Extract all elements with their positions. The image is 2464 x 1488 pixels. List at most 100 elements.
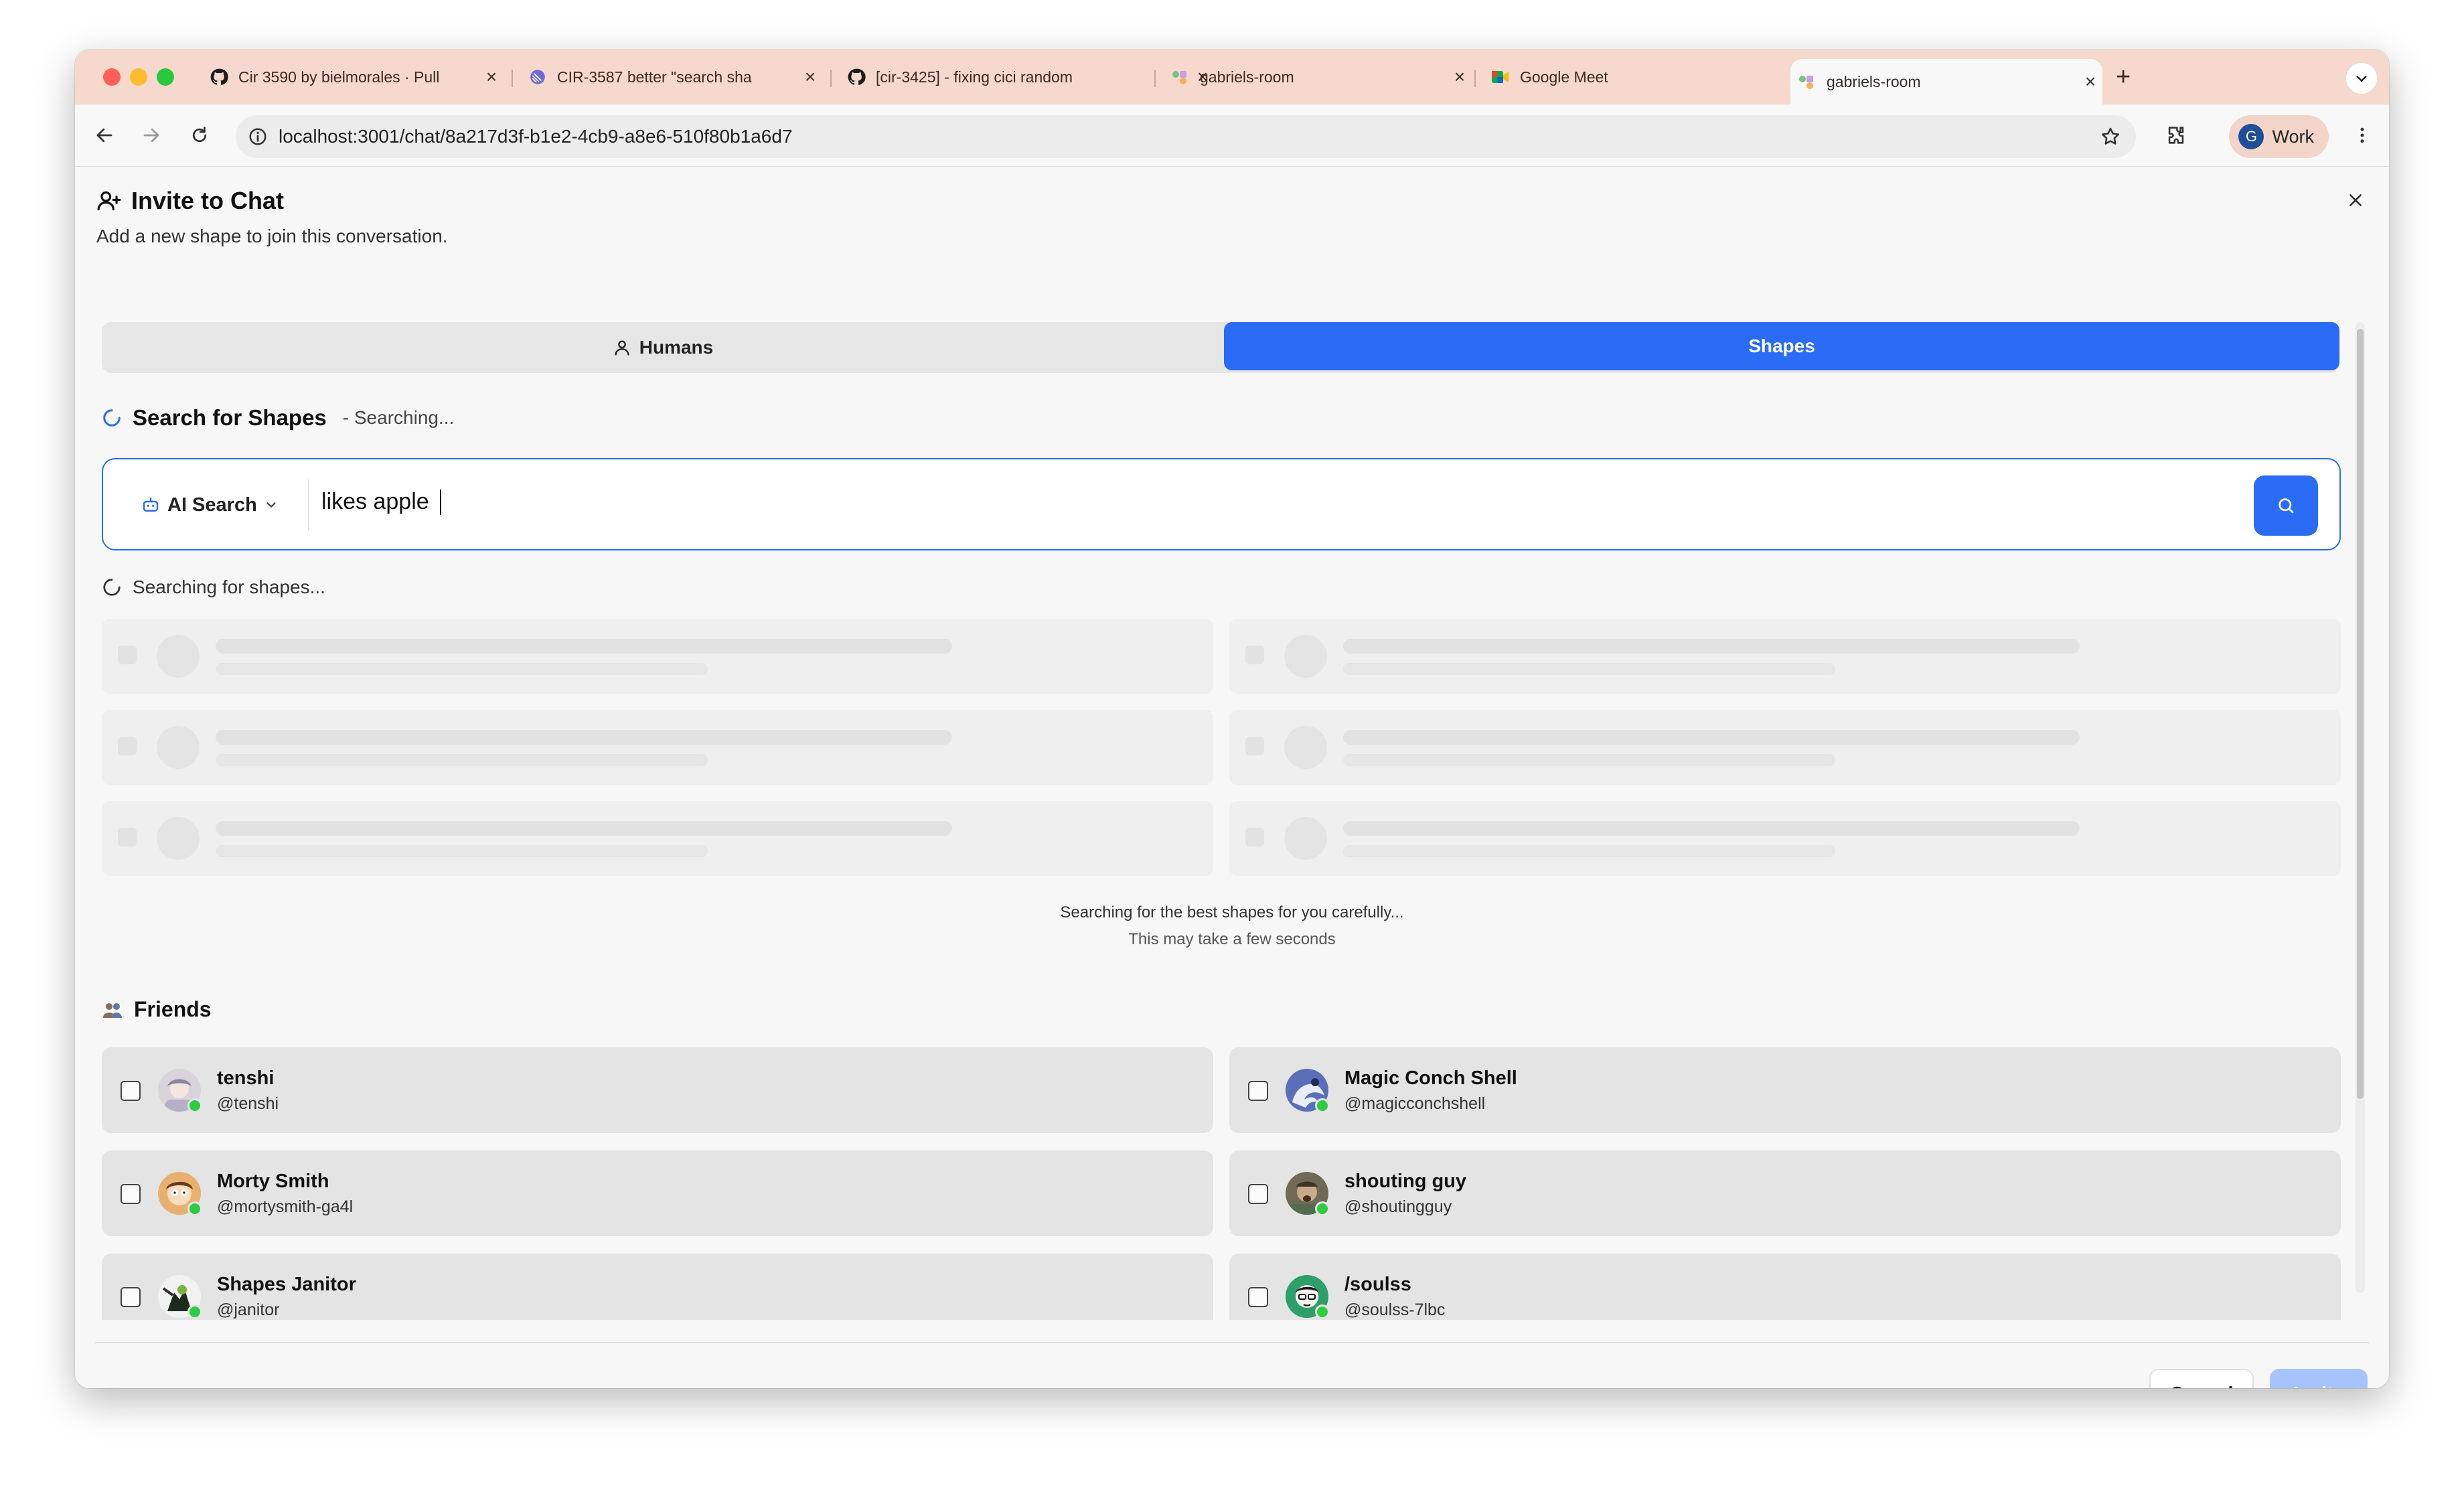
forward-button[interactable] [135,119,167,151]
address-bar[interactable]: localhost:3001/chat/8a217d3f-b1e2-4cb9-a… [236,115,2136,158]
github-icon [209,67,229,87]
skeleton-card [1229,710,2341,785]
tab-shapes-label: Shapes [1748,336,1815,356]
profile-button[interactable]: G Work [2229,115,2329,158]
dialog-title: Invite to Chat [96,187,284,215]
browser-tab[interactable]: Cir 3590 by bielmorales · Pull × [202,59,504,95]
close-tab-icon[interactable]: × [1448,66,1472,88]
friend-handle: @magicconchshell [1344,1094,1486,1113]
extensions-button[interactable] [2160,119,2192,151]
back-button[interactable] [88,119,121,151]
browser-tab[interactable]: CIR-3587 better "search sha × [521,59,822,95]
avatar [158,1069,202,1113]
minimize-window-button[interactable] [130,68,147,86]
friend-card[interactable]: Magic Conch Shell @magicconchshell [1229,1047,2341,1133]
people-icon [103,1002,122,1018]
friend-handle: @tenshi [217,1094,279,1113]
dialog-footer-bg [75,1320,2389,1388]
friends-heading: Friends [134,997,212,1021]
search-section-header: Search for Shapes - Searching... [102,405,454,431]
friend-name: tenshi [217,1067,275,1089]
dialog-scrollbar[interactable] [2356,322,2365,1293]
search-heading: Search for Shapes [133,405,327,430]
profile-label: Work [2272,126,2314,147]
reload-button[interactable] [183,119,216,151]
online-status-dot [187,1305,202,1319]
online-status-dot [1315,1201,1330,1216]
search-mode-dropdown[interactable]: AI Search [141,490,279,520]
skeleton-card [102,801,1213,876]
search-button[interactable] [2254,475,2318,536]
friend-checkbox[interactable] [121,1287,141,1307]
invite-type-toggle: Humans Shapes [102,322,2339,373]
friend-checkbox[interactable] [1248,1184,1268,1204]
friend-name: shouting guy [1344,1171,1467,1192]
linear-icon [528,67,548,87]
online-status-dot [1315,1305,1330,1319]
friend-checkbox[interactable] [121,1184,141,1204]
browser-tab-active[interactable]: gabriels-room × [1790,59,2102,104]
friend-checkbox[interactable] [1248,1081,1268,1101]
tab-title: gabriels-room [1200,68,1294,86]
text-caret [439,489,441,515]
browser-tab[interactable]: gabriels-room × [1164,59,1472,95]
friend-checkbox[interactable] [121,1081,141,1101]
friend-handle: @shoutingguy [1344,1197,1452,1216]
dialog-title-text: Invite to Chat [131,187,285,214]
close-dialog-button[interactable] [2342,187,2369,214]
close-window-button[interactable] [103,68,121,86]
puzzle-icon [2168,127,2184,144]
avatar [158,1275,202,1319]
search-input[interactable]: likes apple [321,489,441,515]
chevron-down-icon [2356,76,2367,82]
close-tab-icon[interactable]: × [798,66,822,88]
user-plus-icon [97,191,121,211]
tab-shapes[interactable]: Shapes [1224,322,2339,370]
friend-card[interactable]: shouting guy @shoutingguy [1229,1150,2341,1236]
online-status-dot [187,1201,202,1216]
new-tab-button[interactable]: + [2116,63,2131,92]
profile-avatar: G [2238,124,2264,149]
friend-name: Morty Smith [217,1171,329,1192]
zoom-window-button[interactable] [157,68,174,86]
close-tab-icon[interactable]: × [2078,71,2102,92]
more-vertical-icon [2360,127,2364,143]
bookmark-star-icon[interactable] [2100,126,2121,147]
loading-hint: This may take a few seconds [1128,930,1336,948]
scrollbar-thumb[interactable] [2357,329,2364,1099]
browser-menu-button[interactable] [2346,119,2378,151]
friend-name: Magic Conch Shell [1344,1067,1517,1089]
invite-button[interactable]: Invite [2270,1369,2368,1388]
tab-title: Cir 3590 by bielmorales · Pull [238,68,440,86]
footer-divider [95,1342,2369,1343]
cancel-button[interactable]: Cancel [2149,1369,2254,1388]
search-box: AI Search likes apple [102,458,2341,550]
browser-tab[interactable]: Google Meet × [1484,59,1839,95]
friend-checkbox[interactable] [1248,1287,1268,1307]
browser-tab[interactable]: [cir-3425] - fixing cici random × [840,59,1215,95]
online-status-dot [1315,1098,1330,1113]
search-icon [2279,498,2294,514]
skeleton-card [1229,619,2341,694]
github-icon [846,67,866,87]
avatar [1286,1172,1330,1216]
search-query-text: likes apple [321,489,429,514]
dialog-subtitle: Add a new shape to join this conversatio… [96,226,448,246]
google-meet-icon [1490,67,1511,87]
tab-humans[interactable]: Humans [102,322,1224,373]
browser-toolbar: localhost:3001/chat/8a217d3f-b1e2-4cb9-a… [75,104,2389,167]
site-info-icon[interactable] [248,127,268,147]
friend-card[interactable]: Morty Smith @mortysmith-ga4l [102,1150,1213,1236]
avatar [1286,1275,1330,1319]
close-tab-icon[interactable]: × [479,66,504,88]
avatar [1286,1069,1330,1113]
tab-search-button[interactable] [2346,63,2377,94]
friend-handle: @janitor [217,1300,280,1319]
bot-icon [143,497,159,512]
friend-handle: @soulss-7lbc [1344,1300,1446,1319]
tab-title: Google Meet [1520,68,1608,86]
chevron-down-icon [266,502,276,508]
friend-card[interactable]: tenshi @tenshi [102,1047,1213,1133]
browser-window: Cir 3590 by bielmorales · Pull × CIR-358… [75,50,2389,1388]
skeleton-card [1229,801,2341,876]
